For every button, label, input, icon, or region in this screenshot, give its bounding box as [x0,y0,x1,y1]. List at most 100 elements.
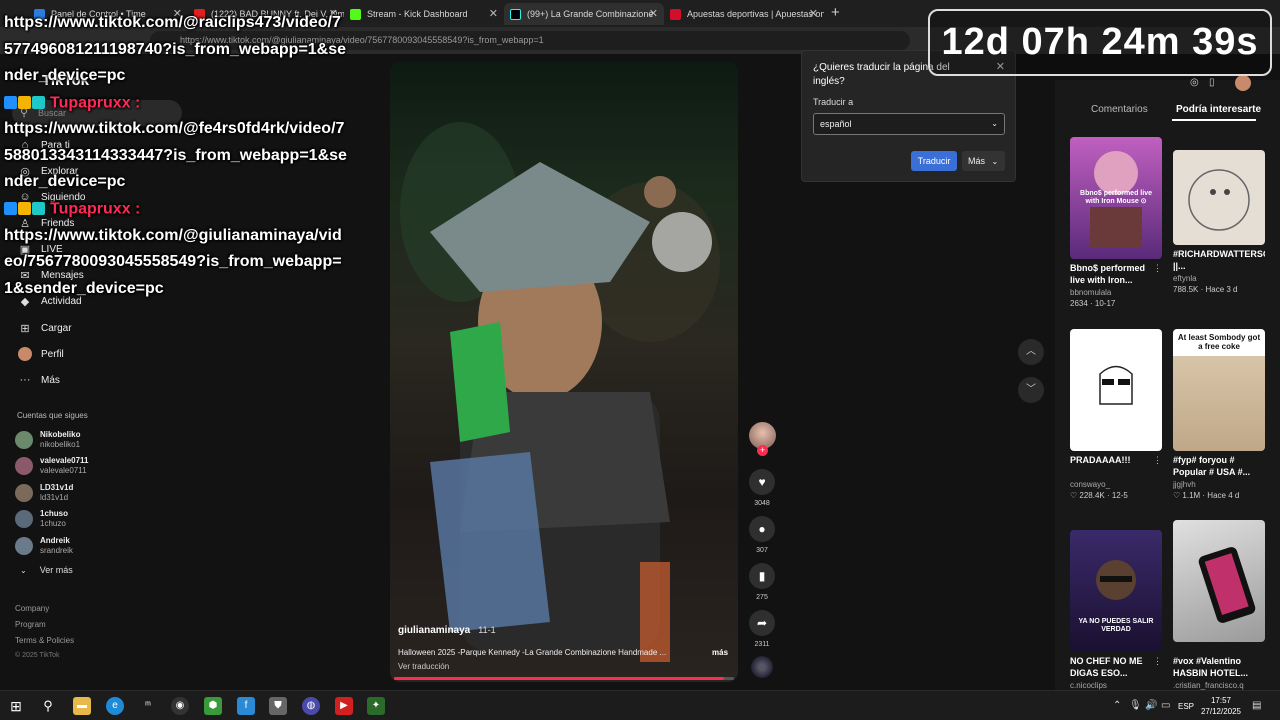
avatar[interactable] [1235,75,1251,91]
footer-link-company[interactable]: Company [15,604,49,613]
more-options-icon[interactable]: ⋮ [1153,455,1162,466]
close-icon[interactable]: ✕ [809,7,818,20]
share-count: 2311 [754,641,770,648]
doc-icon[interactable]: f [237,697,255,715]
following-handle: 1chuzo [40,519,66,528]
following-handle: valevale0711 [40,466,87,475]
comment-icon: ● [749,516,775,542]
suggested-video-card[interactable]: At least Sombody got a free coke #fyp# f… [1173,329,1265,500]
tab-comentarios[interactable]: Comentarios [1091,104,1148,115]
suggested-video-card[interactable]: PRADAAAA!!! conswayo_ ♡ 228.4K · 12-5 ⋮ [1070,329,1162,500]
comment-button[interactable]: ● 307 [749,516,775,554]
chat-username: Tupapruxx : [50,200,141,218]
music-disc-icon[interactable] [751,656,773,678]
like-button[interactable]: ♥ 3048 [749,469,775,507]
tab-kick-dashboard[interactable]: Stream - Kick Dashboard ✕ [344,3,504,25]
tab-apuestas[interactable]: Apuestas deportivas | Apuestas on ✕ [664,3,824,25]
suggested-video-card[interactable]: #vox #Valentino HASBIN HOTEL... .cristia… [1173,520,1265,690]
close-icon[interactable]: ✕ [489,7,498,20]
translate-button[interactable]: Traducir [911,151,957,171]
card-title: #RICHARDWATTERSON ||... [1173,249,1265,271]
nav-label: Perfil [41,348,64,360]
volume-icon[interactable]: 🔊 [1145,700,1157,711]
betting-favicon-icon [670,8,681,20]
following-item[interactable]: Nikobeliko nikobeliko1 [15,430,80,450]
see-translation-link[interactable]: Ver traducción [398,662,449,671]
card-title: #fyp# foryou # Popular # USA #... [1173,455,1251,477]
notification-icon[interactable]: ▤ [1252,700,1261,711]
language-select[interactable]: español ⌄ [813,113,1005,135]
tiktok-favicon-icon [510,8,521,20]
chevron-up-icon[interactable]: ⌃ [1113,700,1121,711]
inbox-icon[interactable]: ▯ [1209,77,1215,88]
following-item[interactable]: Andreik srandreik [15,536,73,556]
share-button[interactable]: ➦ 2311 [749,610,775,648]
info-icon[interactable]: ◎ [1190,77,1199,88]
following-handle: ld31v1d [40,493,69,502]
chat-overlay: https://www.tiktok.com/@raiclips473/vide… [4,10,349,302]
microphone-icon[interactable]: 🎙 [1129,700,1142,711]
video-thumbnail: Bbno$ performed live with Iron Mouse ⊙ [1070,137,1162,259]
shield-icon[interactable]: ⛊ [269,697,287,715]
see-more-button[interactable]: ⌄ Ver más [20,565,73,575]
suggested-video-card[interactable]: Bbno$ performed live with Iron Mouse ⊙ B… [1070,137,1162,308]
chevron-up-icon: ︿ [1026,346,1036,357]
cube-icon[interactable]: ⬢ [204,697,222,715]
card-stats: 2634 · 10-17 [1070,299,1116,308]
more-options-button[interactable]: Más ⌄ [962,151,1005,171]
card-author: eftynla [1173,274,1197,283]
footer-link-program[interactable]: Program [15,620,46,629]
close-icon[interactable]: ✕ [649,7,658,20]
card-title: PRADAAAA!!! [1070,455,1131,465]
video-player[interactable]: giulianaminaya 11-1 Halloween 2025 -Parqu… [390,62,738,682]
video-progress-bar[interactable] [394,677,734,680]
translate-to-label: Traducir a [813,97,854,107]
nav-item-cargar[interactable]: ⊞ Cargar [18,319,71,337]
youtube-icon[interactable]: ▶ [335,697,353,715]
video-author[interactable]: giulianaminaya 11-1 [398,625,496,636]
explorer-icon[interactable]: ▬ [73,697,91,715]
search-icon[interactable]: ⚲ [39,697,57,715]
following-name: valevale0711 [40,456,89,465]
video-thumbnail [1173,150,1265,245]
following-handle: srandreik [40,546,73,555]
next-video-button[interactable]: ﹀ [1018,377,1044,403]
more-options-icon[interactable]: ⋮ [1153,656,1162,667]
following-item[interactable]: valevale0711 valevale0711 [15,456,89,476]
chat-badges-icon [4,90,46,117]
profile-icon [18,347,32,361]
bookmark-count: 275 [756,594,768,601]
edge-icon[interactable]: e [106,697,124,715]
following-item[interactable]: 1chuso 1chuzo [15,509,68,529]
following-item[interactable]: LD31v1d ld31v1d [15,483,73,503]
file-icon[interactable]: ✦ [367,697,385,715]
nav-item-perfil[interactable]: Perfil [18,345,64,363]
tab-tiktok-active[interactable]: (99+) La Grande Combinazione ✕ [504,3,664,25]
clock[interactable]: 17:57 27/12/2025 [1195,695,1247,717]
chrome-icon[interactable]: ◍ [302,697,320,715]
avatar [15,510,33,528]
previous-video-button[interactable]: ︿ [1018,339,1044,365]
chat-message: https://www.tiktok.com/@raiclips473/vide… [4,10,349,90]
avatar [15,431,33,449]
suggested-video-card[interactable]: #RICHARDWATTERSON ||... eftynla 788.5K ·… [1173,150,1265,294]
obs-icon[interactable]: ◉ [171,697,189,715]
tab-title: Apuestas deportivas | Apuestas on [687,9,824,19]
footer-link-terms[interactable]: Terms & Policies [15,636,74,645]
like-count: 3048 [754,500,770,507]
caption-more-button[interactable]: más [712,648,728,657]
follow-plus-icon[interactable]: + [757,445,768,456]
more-options-icon[interactable]: ⋮ [1153,263,1162,274]
bookmark-button[interactable]: ▮ 275 [749,563,775,601]
chat-text: https://www.tiktok.com/@raiclips473/vide… [4,14,347,84]
tab-podria-interesarte[interactable]: Podría interesarte [1176,104,1261,115]
app-icon[interactable]: ᵐ [139,697,157,715]
new-tab-button[interactable]: + [831,4,840,21]
more-icon: ··· [19,374,31,386]
nav-item-mas[interactable]: ··· Más [18,371,60,389]
thumbnail-art [1188,169,1250,231]
suggested-video-card[interactable]: YA NO PUEDES SALIR VERDAD NO CHEF NO ME … [1070,530,1162,690]
keyboard-language[interactable]: ESP [1178,702,1194,711]
network-icon[interactable]: ▭ [1161,700,1170,711]
windows-icon[interactable]: ⊞ [7,697,25,715]
